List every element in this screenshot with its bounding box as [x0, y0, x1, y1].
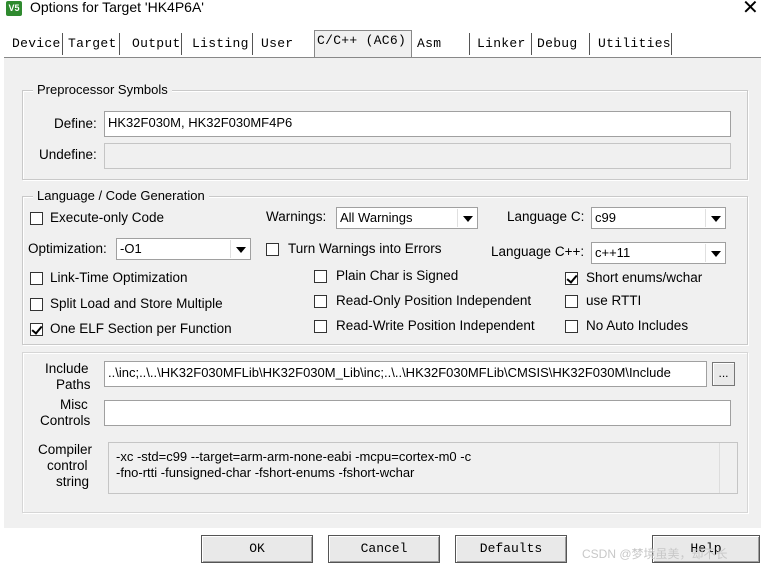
warnings-label: Warnings: [266, 209, 327, 224]
define-input[interactable]: HK32F030M, HK32F030MF4P6 [104, 111, 731, 137]
tab-debug[interactable]: Debug [535, 33, 590, 55]
warnings-value: All Warnings [340, 210, 413, 225]
no-auto-includes-checkbox[interactable] [565, 320, 578, 333]
use-rtti-checkbox[interactable] [565, 295, 578, 308]
misc-label-line1: Misc [60, 397, 88, 412]
language-cpp-select[interactable]: c++11 [591, 242, 726, 264]
include-paths-input[interactable]: ..\inc;..\..\HK32F030MFLib\HK32F030M_Lib… [104, 361, 707, 387]
lto-label: Link-Time Optimization [50, 270, 188, 285]
compiler-string-line2: -fno-rtti -funsigned-char -fshort-enums … [116, 465, 415, 480]
language-c-value: c99 [595, 210, 616, 225]
tab-target[interactable]: Target [66, 33, 120, 55]
tab-c-cpp-ac6[interactable]: C/C++ (AC6) [314, 30, 412, 57]
language-cpp-value: c++11 [595, 245, 631, 260]
warnings-as-errors-label: Turn Warnings into Errors [288, 241, 442, 256]
keil-app-icon: V5 [6, 1, 22, 16]
short-enums-checkbox[interactable] [565, 272, 578, 285]
cancel-button[interactable]: Cancel [328, 535, 440, 563]
language-cpp-label: Language C++: [491, 244, 585, 259]
tab-output[interactable]: Output [130, 33, 182, 55]
tab-device[interactable]: Device [10, 33, 63, 55]
misc-label-line2: Controls [40, 413, 91, 428]
window-title: Options for Target 'HK4P6A' [30, 0, 204, 15]
warnings-as-errors-checkbox[interactable] [266, 243, 279, 256]
undefine-label: Undefine: [39, 147, 97, 162]
title-bar: V5 Options for Target 'HK4P6A' ✕ [0, 0, 761, 20]
optimization-label: Optimization: [28, 241, 107, 256]
language-c-select[interactable]: c99 [591, 207, 726, 229]
compiler-label-line1: Compiler [38, 442, 93, 457]
chevron-down-icon [457, 209, 476, 227]
split-load-label: Split Load and Store Multiple [50, 296, 223, 311]
execute-only-checkbox[interactable] [30, 212, 43, 225]
tab-asm[interactable]: Asm [415, 33, 470, 55]
warnings-select[interactable]: All Warnings [336, 207, 478, 229]
one-elf-label: One ELF Section per Function [50, 321, 232, 336]
tab-utilities[interactable]: Utilities [596, 33, 672, 55]
split-load-checkbox[interactable] [30, 298, 43, 311]
misc-controls-input[interactable] [104, 400, 731, 426]
include-label-line2: Paths [56, 377, 91, 392]
close-icon[interactable]: ✕ [742, 0, 759, 18]
execute-only-label: Execute-only Code [50, 210, 165, 225]
rw-pi-checkbox[interactable] [314, 320, 327, 333]
tab-listing[interactable]: Listing [190, 33, 253, 55]
tab-linker[interactable]: Linker [475, 33, 532, 55]
plain-char-signed-checkbox[interactable] [314, 270, 327, 283]
one-elf-checkbox[interactable] [30, 323, 43, 336]
compiler-label-line3: string [56, 474, 90, 489]
undefine-input[interactable] [104, 143, 731, 169]
tab-user[interactable]: User [259, 33, 313, 55]
language-group-title: Language / Code Generation [33, 188, 209, 203]
compiler-string-scrollbar[interactable] [719, 443, 737, 493]
optimization-select[interactable]: -O1 [116, 238, 251, 260]
defaults-button[interactable]: Defaults [455, 535, 567, 563]
no-auto-includes-label: No Auto Includes [586, 318, 689, 333]
use-rtti-label: use RTTI [586, 293, 642, 308]
preprocessor-group-title: Preprocessor Symbols [33, 82, 172, 97]
include-browse-button[interactable]: ... [712, 362, 735, 386]
lto-checkbox[interactable] [30, 272, 43, 285]
compiler-control-string[interactable]: -xc -std=c99 --target=arm-arm-none-eabi … [108, 442, 738, 494]
short-enums-label: Short enums/wchar [586, 270, 703, 285]
compiler-string-line1: -xc -std=c99 --target=arm-arm-none-eabi … [116, 449, 472, 464]
compiler-label-line2: control [47, 458, 88, 473]
chevron-down-icon [705, 244, 724, 262]
ok-button[interactable]: OK [201, 535, 313, 563]
tab-strip: Device Target Output Listing User C/C++ … [0, 30, 761, 58]
ro-pi-checkbox[interactable] [314, 295, 327, 308]
optimization-value: -O1 [120, 241, 142, 256]
define-label: Define: [54, 116, 97, 131]
csdn-watermark: CSDN @梦境虽美，却不长 [582, 547, 728, 561]
language-c-label: Language C: [507, 209, 585, 224]
plain-char-signed-label: Plain Char is Signed [336, 268, 459, 283]
chevron-down-icon [230, 240, 249, 258]
ro-pi-label: Read-Only Position Independent [336, 293, 532, 308]
rw-pi-label: Read-Write Position Independent [336, 318, 535, 333]
include-label-line1: Include [45, 361, 89, 376]
chevron-down-icon [705, 209, 724, 227]
